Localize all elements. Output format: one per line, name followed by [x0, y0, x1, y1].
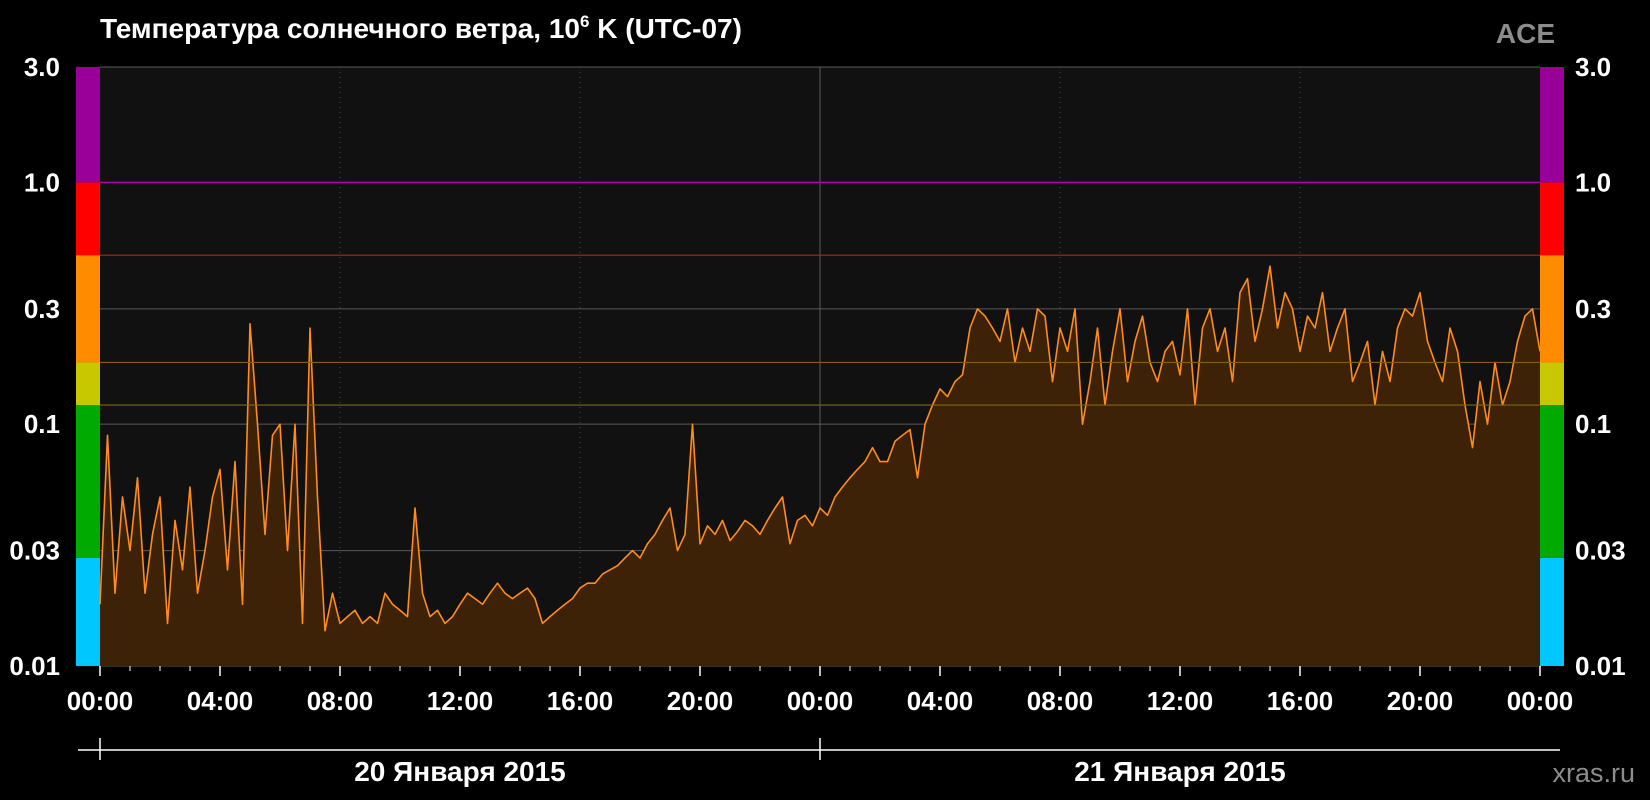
scale-band-left-4: [76, 182, 100, 256]
x-tick-label: 12:00: [427, 686, 494, 716]
chart-title: Температура солнечного ветра, 106 K (UTC…: [100, 12, 742, 44]
date-labels: 20 Января 2015 21 Января 2015: [99, 738, 1286, 787]
scale-band-right-3: [1540, 255, 1564, 363]
x-tick-label: 16:00: [547, 686, 614, 716]
y-tick-right: 0.03: [1575, 536, 1626, 566]
x-tick-label: 12:00: [1147, 686, 1214, 716]
scale-band-left-0: [76, 557, 100, 666]
y-tick-left: 0.03: [9, 536, 60, 566]
scale-bar-left: [76, 67, 100, 666]
y-tick-right: 0.1: [1575, 409, 1611, 439]
scale-band-left-2: [76, 362, 100, 406]
x-tick-label: 00:00: [787, 686, 854, 716]
date-label: 21 Января 2015: [1074, 756, 1286, 787]
x-tick-label: 20:00: [667, 686, 734, 716]
x-tick-label: 16:00: [1267, 686, 1334, 716]
x-tick-label: 00:00: [1507, 686, 1574, 716]
scale-band-right-4: [1540, 182, 1564, 256]
scale-band-right-0: [1540, 557, 1564, 666]
scale-band-right-2: [1540, 362, 1564, 406]
y-tick-left: 0.1: [24, 409, 60, 439]
y-tick-right: 3.0: [1575, 52, 1611, 82]
credit-text: xras.ru: [1552, 758, 1635, 788]
scale-band-left-3: [76, 255, 100, 363]
x-tick-label: 08:00: [307, 686, 374, 716]
x-tick-label: 04:00: [187, 686, 254, 716]
x-tick-label: 00:00: [67, 686, 134, 716]
scale-bar-right: [1540, 67, 1564, 666]
x-tick-label: 08:00: [1027, 686, 1094, 716]
y-tick-left: 0.01: [9, 651, 60, 681]
y-tick-left: 3.0: [24, 52, 60, 82]
x-tick-label: 04:00: [907, 686, 974, 716]
y-tick-right: 0.01: [1575, 651, 1626, 681]
x-axis-ticks: 00:00 04:00 08:00 12:00 16:00 20:00 00:00 04:00…: [67, 666, 1574, 716]
date-label: 20 Января 2015: [354, 756, 566, 787]
scale-band-left-1: [76, 405, 100, 558]
y-tick-right: 0.3: [1575, 294, 1611, 324]
y-tick-right: 1.0: [1575, 167, 1611, 197]
temperature-chart: Температура солнечного ветра, 106 K (UTC…: [9, 12, 1635, 788]
y-tick-left: 1.0: [24, 167, 60, 197]
scale-band-right-5: [1540, 67, 1564, 183]
source-badge: ACE: [1496, 18, 1555, 49]
x-tick-label: 20:00: [1387, 686, 1454, 716]
y-tick-left: 0.3: [24, 294, 60, 324]
scale-band-right-1: [1540, 405, 1564, 558]
scale-band-left-5: [76, 67, 100, 183]
